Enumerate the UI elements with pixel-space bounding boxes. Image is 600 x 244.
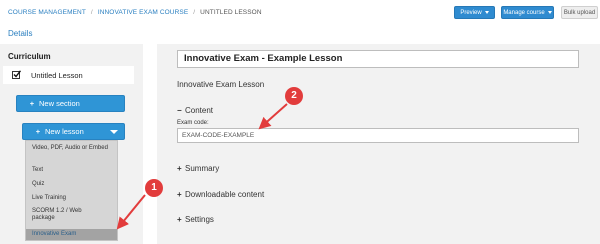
callout-1-arrow	[116, 194, 146, 230]
annotation-arrows	[116, 103, 288, 230]
callout-2-arrow	[258, 103, 288, 130]
callout-badge-1: 1	[145, 179, 163, 197]
callout-badge-2: 2	[285, 87, 303, 105]
